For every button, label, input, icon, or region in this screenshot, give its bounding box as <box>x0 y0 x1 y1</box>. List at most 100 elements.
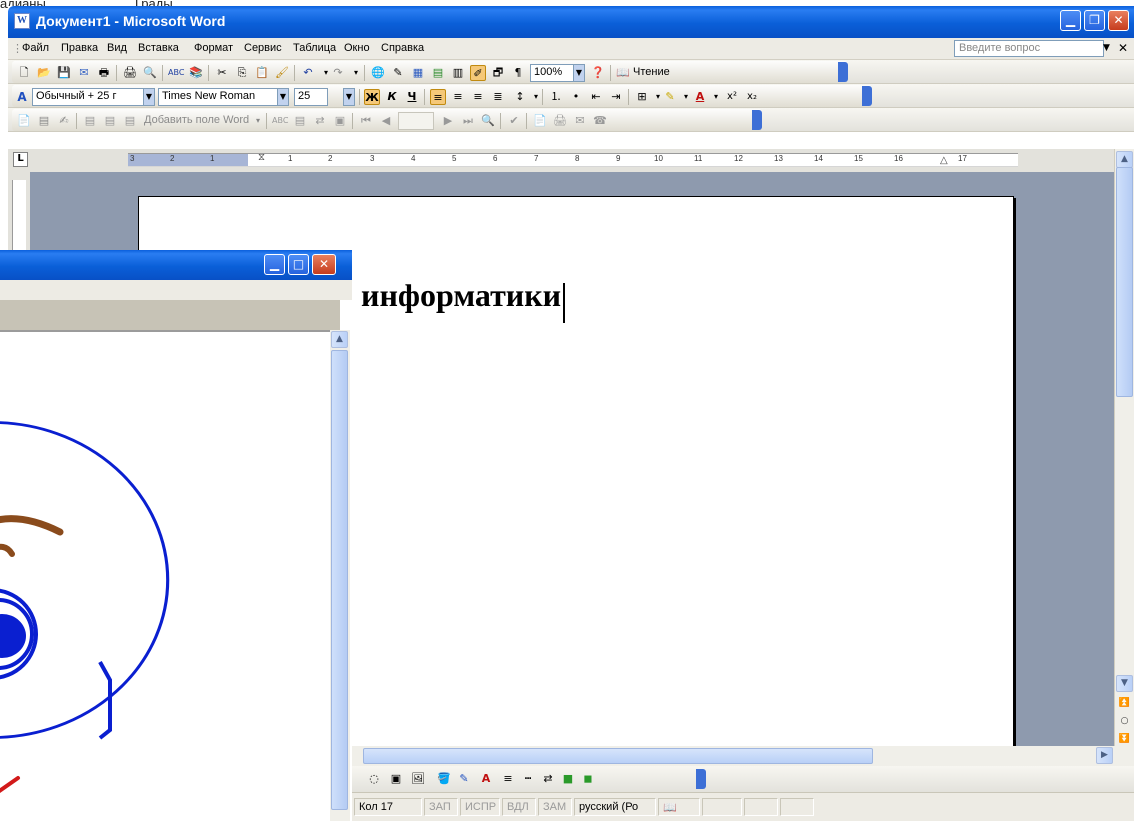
format-painter-icon[interactable]: 🖌 <box>274 65 290 81</box>
justify-icon[interactable]: ≣ <box>490 89 506 105</box>
find-entry-icon[interactable]: 🔍 <box>480 113 496 129</box>
align-left-icon[interactable]: ≡ <box>430 89 446 105</box>
first-line-indent-marker[interactable]: ⧖ <box>258 152 265 163</box>
select-browse-object-icon[interactable]: ○ <box>1116 713 1133 730</box>
dash-style-icon[interactable]: ┅ <box>520 771 536 787</box>
increase-indent-icon[interactable]: ⇥ <box>608 89 624 105</box>
menu-edit[interactable]: Правка <box>61 42 98 54</box>
record-number-input[interactable] <box>398 112 434 130</box>
word-title-bar[interactable]: W Документ1 - Microsoft Word ▁ ❐ ✕ <box>8 6 1134 38</box>
line-color-icon[interactable]: ✎ <box>456 771 472 787</box>
insert-picture-icon[interactable]: 🖼 <box>410 771 426 787</box>
highlight-icon[interactable]: ✎ <box>662 89 678 105</box>
tab-selector-icon[interactable]: L <box>13 152 28 167</box>
horizontal-ruler[interactable]: 3 2 1 1 2 3 4 5 6 7 8 9 10 11 12 13 14 1… <box>128 152 1018 167</box>
insert-greeting-icon[interactable]: ▤ <box>102 113 118 129</box>
document-text[interactable]: информатики <box>361 277 561 314</box>
propagate-labels-icon[interactable]: ▣ <box>332 113 348 129</box>
align-right-icon[interactable]: ≡ <box>470 89 486 105</box>
vertical-scroll-thumb[interactable] <box>1116 167 1133 397</box>
insert-merge-field-icon[interactable]: ▤ <box>122 113 138 129</box>
open-folder-icon[interactable]: 📂 <box>36 65 52 81</box>
zoom-dropdown-icon[interactable]: ▼ <box>573 64 585 82</box>
subscript-icon[interactable]: x₂ <box>744 89 760 105</box>
check-errors-icon[interactable]: ✔ <box>506 113 522 129</box>
menu-view[interactable]: Вид <box>107 42 127 54</box>
help-dropdown-icon[interactable]: ▼ <box>1103 43 1110 53</box>
paint-scroll-thumb[interactable] <box>331 350 348 810</box>
superscript-icon[interactable]: x² <box>724 89 740 105</box>
help-search-input[interactable]: Введите вопрос <box>954 40 1104 57</box>
menu-help[interactable]: Справка <box>381 42 424 54</box>
paint-canvas[interactable] <box>0 330 332 821</box>
add-word-field-dropdown-icon[interactable]: ▾ <box>250 113 266 129</box>
print-preview-icon[interactable]: 🔍 <box>142 65 158 81</box>
font-combo[interactable]: Times New Roman <box>158 88 278 106</box>
shadow-style-icon[interactable]: ■ <box>560 771 576 787</box>
paint-title-bar[interactable]: ▁ □ ✕ <box>0 250 352 280</box>
paint-scroll-up-icon[interactable]: ▲ <box>331 331 348 348</box>
minimize-button[interactable]: ▁ <box>1060 10 1081 31</box>
redo-dropdown-icon[interactable]: ▾ <box>348 65 364 81</box>
right-indent-marker[interactable]: △ <box>940 155 948 166</box>
3d-style-icon[interactable]: ◼ <box>580 771 596 787</box>
numbering-icon[interactable]: ⒈ <box>548 89 564 105</box>
spelling-icon[interactable]: ABC <box>168 65 184 81</box>
recipients-icon[interactable]: ✍ <box>56 113 72 129</box>
add-word-field-label[interactable]: Добавить поле Word <box>144 114 249 126</box>
insert-table-icon[interactable]: ▦ <box>410 65 426 81</box>
arrow-style-icon[interactable]: ⇄ <box>540 771 556 787</box>
save-icon[interactable]: 💾 <box>56 65 72 81</box>
borders-icon[interactable]: ⊞ <box>634 89 650 105</box>
line-style-icon[interactable]: ≡ <box>500 771 516 787</box>
menu-file[interactable]: Файл <box>22 42 49 54</box>
font-size-combo[interactable]: 25 <box>294 88 328 106</box>
paint-vertical-scrollbar[interactable]: ▲ <box>330 330 350 821</box>
status-language[interactable]: русский (Ро <box>574 798 656 816</box>
scroll-down-icon[interactable]: ▼ <box>1116 675 1133 692</box>
underline-button[interactable]: Ч <box>404 89 420 105</box>
read-label[interactable]: Чтение <box>633 66 670 78</box>
view-merged-data-icon[interactable]: ABC <box>272 113 288 129</box>
font-color-icon[interactable]: A <box>692 89 708 105</box>
insert-address-icon[interactable]: ▤ <box>82 113 98 129</box>
close-button[interactable]: ✕ <box>1108 10 1129 31</box>
document-map-icon[interactable]: 🗗 <box>490 65 506 81</box>
drawing-font-color-icon[interactable]: A <box>478 771 494 787</box>
font-color-dropdown-icon[interactable]: ▾ <box>708 89 724 105</box>
previous-record-icon[interactable]: ◀ <box>378 113 394 129</box>
undo-icon[interactable]: ↶ <box>300 65 316 81</box>
menu-window[interactable]: Окно <box>344 42 370 54</box>
cut-icon[interactable]: ✂ <box>214 65 230 81</box>
columns-icon[interactable]: ▥ <box>450 65 466 81</box>
last-record-icon[interactable]: ⏭ <box>460 113 476 129</box>
help-icon[interactable]: ❓ <box>590 65 606 81</box>
vertical-scrollbar[interactable]: ▲ ▼ ⏫ ○ ⏬ <box>1114 149 1134 758</box>
print-icon[interactable]: 🖶 <box>96 65 112 81</box>
status-extend[interactable]: ВДЛ <box>502 798 536 816</box>
menu-insert[interactable]: Вставка <box>138 42 179 54</box>
highlight-fields-icon[interactable]: ▤ <box>292 113 308 129</box>
read-icon[interactable]: 📖 <box>615 65 631 81</box>
style-dropdown-icon[interactable]: ▼ <box>143 88 155 106</box>
new-document-icon[interactable]: 🗋 <box>16 65 32 81</box>
paint-maximize-button[interactable]: □ <box>288 254 309 275</box>
scroll-right-icon[interactable]: ▶ <box>1096 747 1113 764</box>
font-dropdown-icon[interactable]: ▼ <box>277 88 289 106</box>
toolbar-options-icon[interactable] <box>696 769 706 789</box>
insert-excel-icon[interactable]: ▤ <box>430 65 446 81</box>
word-app-icon[interactable]: W <box>14 13 30 29</box>
paint-minimize-button[interactable]: ▁ <box>264 254 285 275</box>
spelling-status-icon[interactable]: 📖 <box>658 798 700 816</box>
zoom-combo[interactable]: 100% <box>530 64 574 82</box>
insert-diagram-icon[interactable]: ◌ <box>366 771 382 787</box>
fill-color-icon[interactable]: 🪣 <box>436 771 452 787</box>
toolbar-options-icon[interactable] <box>752 110 762 130</box>
scroll-up-icon[interactable]: ▲ <box>1116 151 1133 168</box>
merge-to-email-icon[interactable]: ✉ <box>572 113 588 129</box>
tables-borders-icon[interactable]: ✎ <box>390 65 406 81</box>
decrease-indent-icon[interactable]: ⇤ <box>588 89 604 105</box>
copy-icon[interactable]: ⎘ <box>234 65 250 81</box>
line-spacing-icon[interactable]: ↕ <box>512 89 528 105</box>
bullets-icon[interactable]: • <box>568 89 584 105</box>
